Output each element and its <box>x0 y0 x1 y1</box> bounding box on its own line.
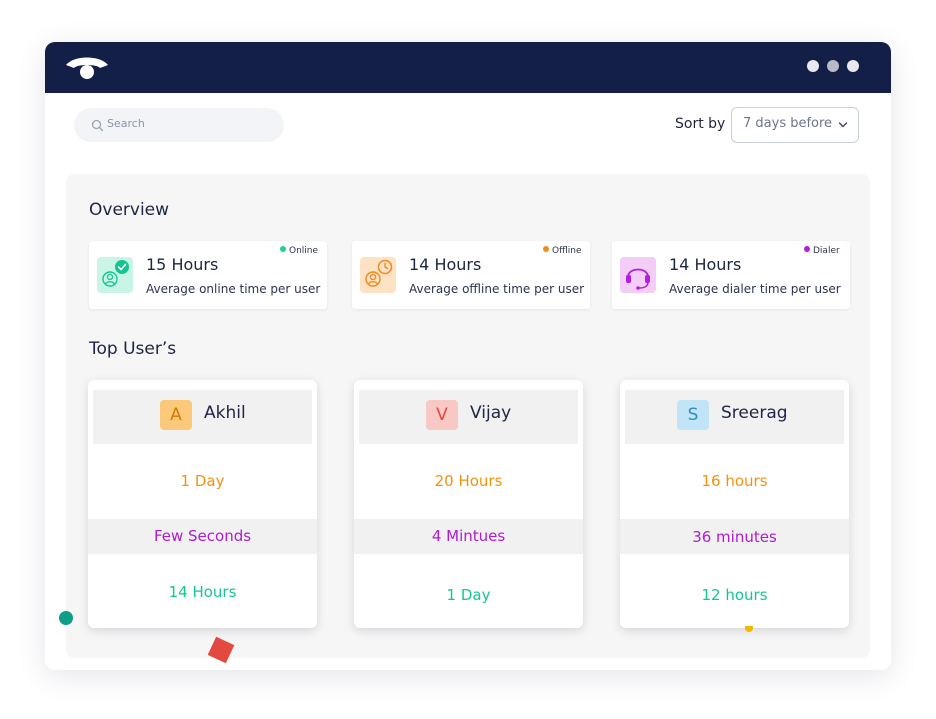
sort-select-value: 7 days before <box>743 116 833 131</box>
badge-dot <box>543 246 549 252</box>
app-window: Search Sort by 7 days before Overview 15… <box>45 42 891 670</box>
user-online-time: 20 Hours <box>434 472 503 490</box>
stat-card-online: 15 Hours Average online time per user On… <box>89 241 327 309</box>
window-dot-2[interactable] <box>827 60 839 72</box>
decorative-teal-dot <box>59 611 73 625</box>
chevron-down-icon <box>838 122 848 128</box>
window-dot-1[interactable] <box>807 60 819 72</box>
stat-desc-offline: Average offline time per user <box>409 282 585 296</box>
user-offline-time: 36 minutes <box>692 528 777 546</box>
badge-dot <box>280 246 286 252</box>
user-card-vijay[interactable]: V Vijay 20 Hours 4 Mintues 1 Day <box>354 380 583 628</box>
badge-dot <box>804 246 810 252</box>
top-users-title: Top User’s <box>89 339 177 359</box>
stat-desc-dialer: Average dialer time per user <box>669 282 841 296</box>
avatar: A <box>160 400 192 430</box>
user-offline-time: Few Seconds <box>153 527 252 545</box>
user-offline-time: 4 Mintues <box>431 527 506 545</box>
search-icon <box>91 119 104 132</box>
title-bar <box>45 42 891 93</box>
avatar: S <box>677 400 709 430</box>
stat-card-offline: 14 Hours Average offline time per user O… <box>352 241 590 309</box>
user-card-sreerag[interactable]: S Sreerag 16 hours 36 minutes 12 hours <box>620 380 849 628</box>
user-card-akhil[interactable]: A Akhil 1 Day Few Seconds 14 Hours <box>88 380 317 628</box>
user-online-time: 1 Day <box>180 472 225 490</box>
status-badge-dialer: Dialer <box>804 246 840 256</box>
search-input[interactable] <box>74 108 284 142</box>
status-badge-online: Online <box>280 246 318 256</box>
stat-value-offline: 14 Hours <box>409 255 482 274</box>
user-name: Vijay <box>470 403 512 423</box>
overview-title: Overview <box>89 200 170 220</box>
search-placeholder: Search <box>107 117 145 130</box>
stat-desc-online: Average online time per user <box>146 282 321 296</box>
phone-handset-icon[interactable] <box>64 53 110 81</box>
stat-value-online: 15 Hours <box>146 255 219 274</box>
window-dot-3[interactable] <box>847 60 859 72</box>
badge-label: Online <box>289 246 319 256</box>
user-clock-icon <box>360 257 396 293</box>
user-card-header: A Akhil <box>93 390 312 444</box>
badge-label: Dialer <box>813 246 840 256</box>
badge-label: Offline <box>552 246 582 256</box>
user-online-time: 16 hours <box>701 472 768 490</box>
user-online-icon <box>97 257 133 293</box>
avatar: V <box>426 400 458 430</box>
user-card-header: S Sreerag <box>625 390 844 444</box>
user-card-header: V Vijay <box>359 390 578 444</box>
stat-card-dialer: 14 Hours Average dialer time per user Di… <box>612 241 850 309</box>
user-dialer-time: 12 hours <box>701 586 768 604</box>
user-dialer-time: 14 Hours <box>168 583 237 601</box>
sort-label: Sort by <box>675 116 726 132</box>
user-name: Akhil <box>204 403 246 423</box>
status-badge-offline: Offline <box>543 246 582 256</box>
headset-icon <box>620 257 656 293</box>
user-name: Sreerag <box>721 403 788 423</box>
user-dialer-time: 1 Day <box>446 586 491 604</box>
stat-value-dialer: 14 Hours <box>669 255 742 274</box>
